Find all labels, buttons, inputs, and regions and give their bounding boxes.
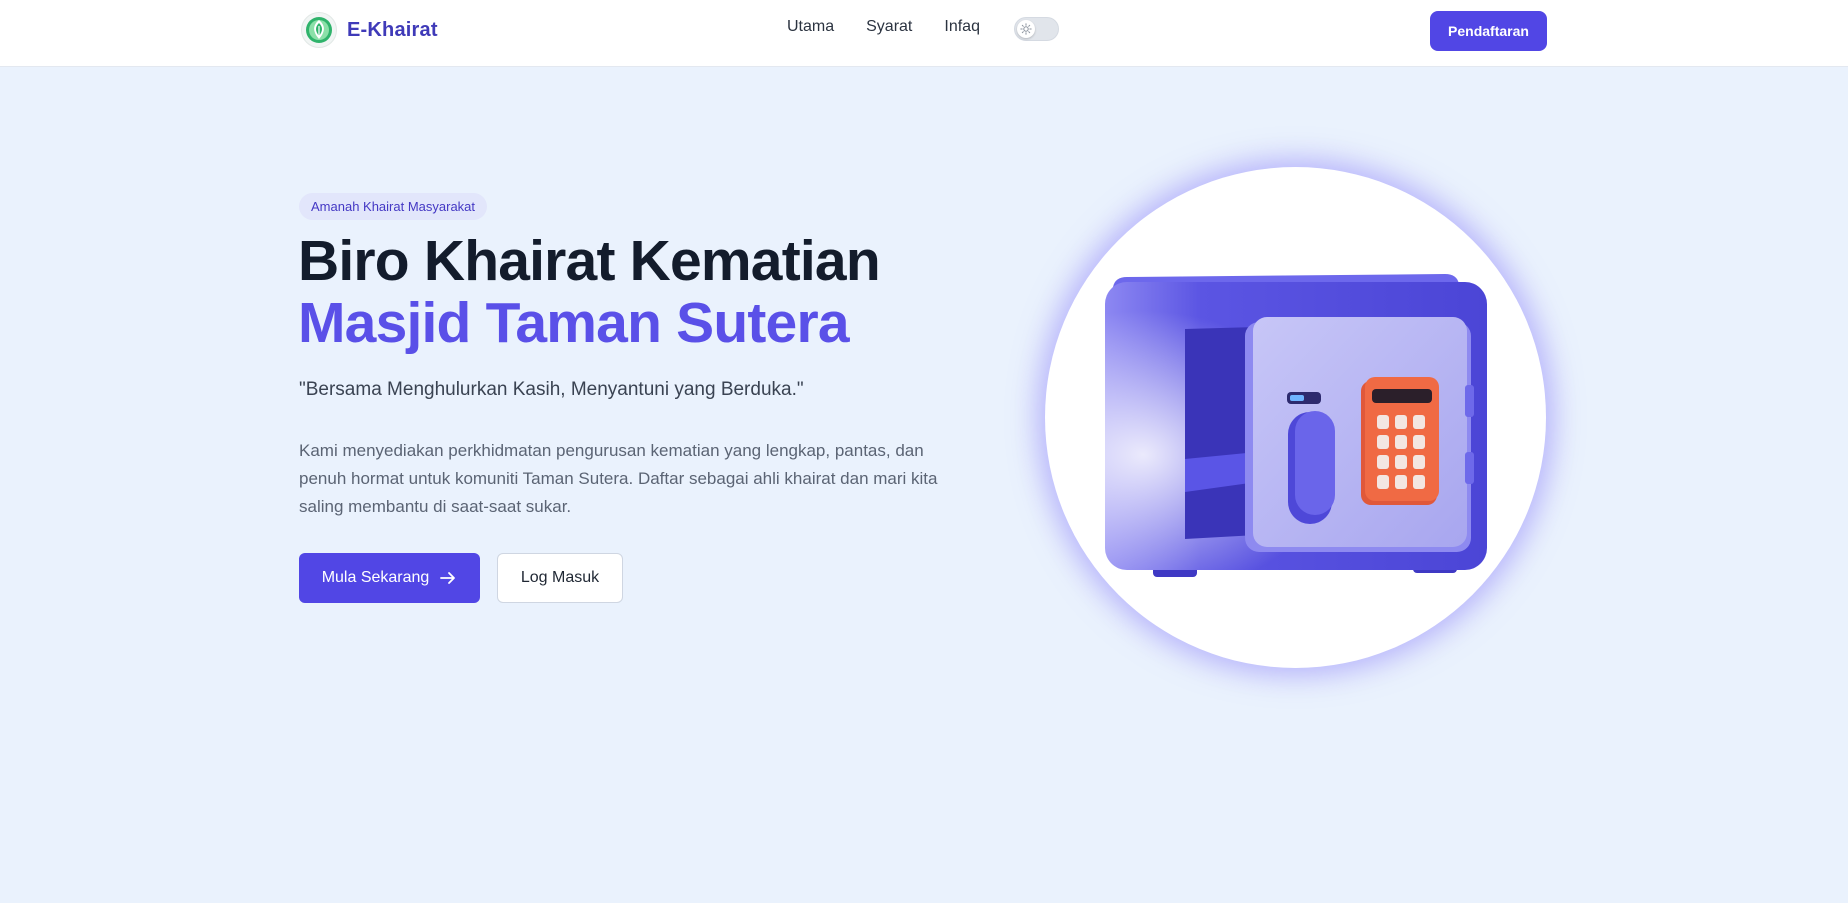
hero-badge: Amanah Khairat Masyarakat [299, 193, 488, 220]
main-nav: Utama Syarat Infaq [787, 18, 980, 36]
arrow-right-icon [440, 572, 456, 584]
hero-description: Kami menyediakan perkhidmatan pengurusan… [299, 441, 938, 516]
mosque-leaf-logo-icon [301, 12, 337, 48]
start-now-label: Mula Sekarang [321, 569, 430, 586]
hero-tagline: "Bersama Menghulurkan Kasih, Menyantuni … [299, 379, 804, 400]
theme-toggle[interactable] [1014, 17, 1059, 41]
hero-title-line1: Biro Khairat Kematian [298, 229, 881, 293]
sun-icon [1017, 20, 1035, 38]
nav-link-infaq[interactable]: Infaq [944, 18, 980, 36]
hero-title-line2: Masjid Taman Sutera [298, 291, 850, 355]
nav-link-syarat[interactable]: Syarat [866, 18, 912, 36]
brand-name: E-Khairat [347, 18, 438, 41]
register-button[interactable]: Pendaftaran [1430, 11, 1547, 51]
safe-box-illustration [1105, 274, 1487, 577]
hero-title: Biro Khairat Kematian Masjid Taman Suter… [298, 230, 1058, 354]
nav-link-utama[interactable]: Utama [787, 18, 834, 36]
brand-link[interactable]: E-Khairat [301, 12, 438, 48]
login-button[interactable]: Log Masuk [497, 553, 623, 603]
start-now-button[interactable]: Mula Sekarang [299, 553, 480, 603]
top-navbar: E-Khairat Utama Syarat Infaq Pendaftaran [0, 0, 1848, 67]
hero-illustration-circle [1045, 167, 1546, 668]
